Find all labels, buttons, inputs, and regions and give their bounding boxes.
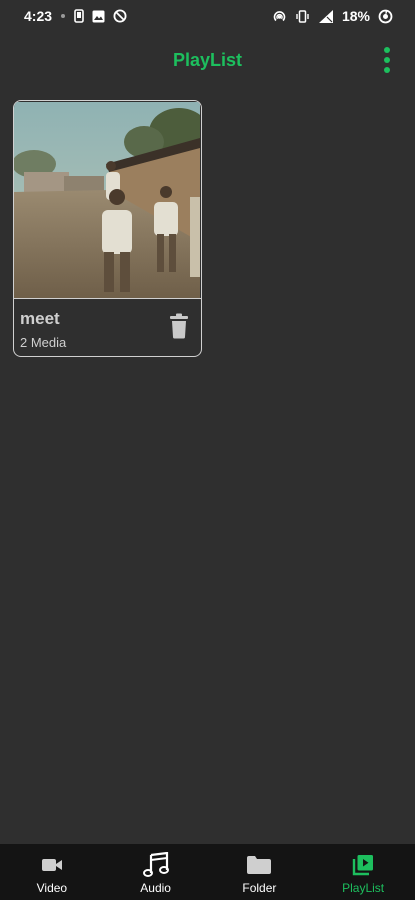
nav-label-playlist: PlayList [342, 881, 385, 895]
playlist-card[interactable]: meet 2 Media [13, 100, 202, 357]
menu-dot [384, 57, 390, 63]
playlist-icon [351, 852, 375, 878]
nav-label-audio: Audio [140, 881, 171, 895]
nav-item-video[interactable]: Video [0, 844, 104, 900]
trash-icon[interactable] [169, 313, 189, 339]
folder-icon [246, 852, 272, 878]
battery-icon [378, 9, 393, 24]
nav-label-video: Video [36, 881, 68, 895]
hotspot-icon [272, 9, 287, 24]
more-vert-icon[interactable] [379, 44, 395, 76]
playlist-info: meet 2 Media [14, 299, 201, 356]
menu-dot [384, 67, 390, 73]
page-title: PlayList [172, 49, 243, 70]
nav-item-audio[interactable]: Audio [104, 844, 208, 900]
status-bar: 4:23 18% [0, 0, 415, 32]
app-bar: PlayList [0, 32, 415, 88]
battery-percent: 18% [341, 8, 370, 24]
playlist-thumbnail [14, 102, 200, 298]
bottom-navigation: Video Audio Folder PlayList [0, 844, 415, 900]
nav-label-folder: Folder [242, 881, 277, 895]
vibrate-icon [295, 9, 310, 24]
image-icon [92, 10, 105, 23]
music-note-icon [142, 852, 170, 878]
phone-icon [74, 9, 84, 23]
menu-dot [384, 47, 390, 53]
status-left: 4:23 [24, 8, 127, 24]
blocked-icon [113, 9, 127, 23]
status-time: 4:23 [24, 8, 53, 24]
status-right: 18% [272, 8, 393, 24]
video-camera-icon [41, 852, 63, 878]
nav-item-playlist[interactable]: PlayList [311, 844, 415, 900]
dot-icon [60, 13, 66, 19]
signal-icon [318, 9, 334, 24]
nav-item-folder[interactable]: Folder [208, 844, 312, 900]
